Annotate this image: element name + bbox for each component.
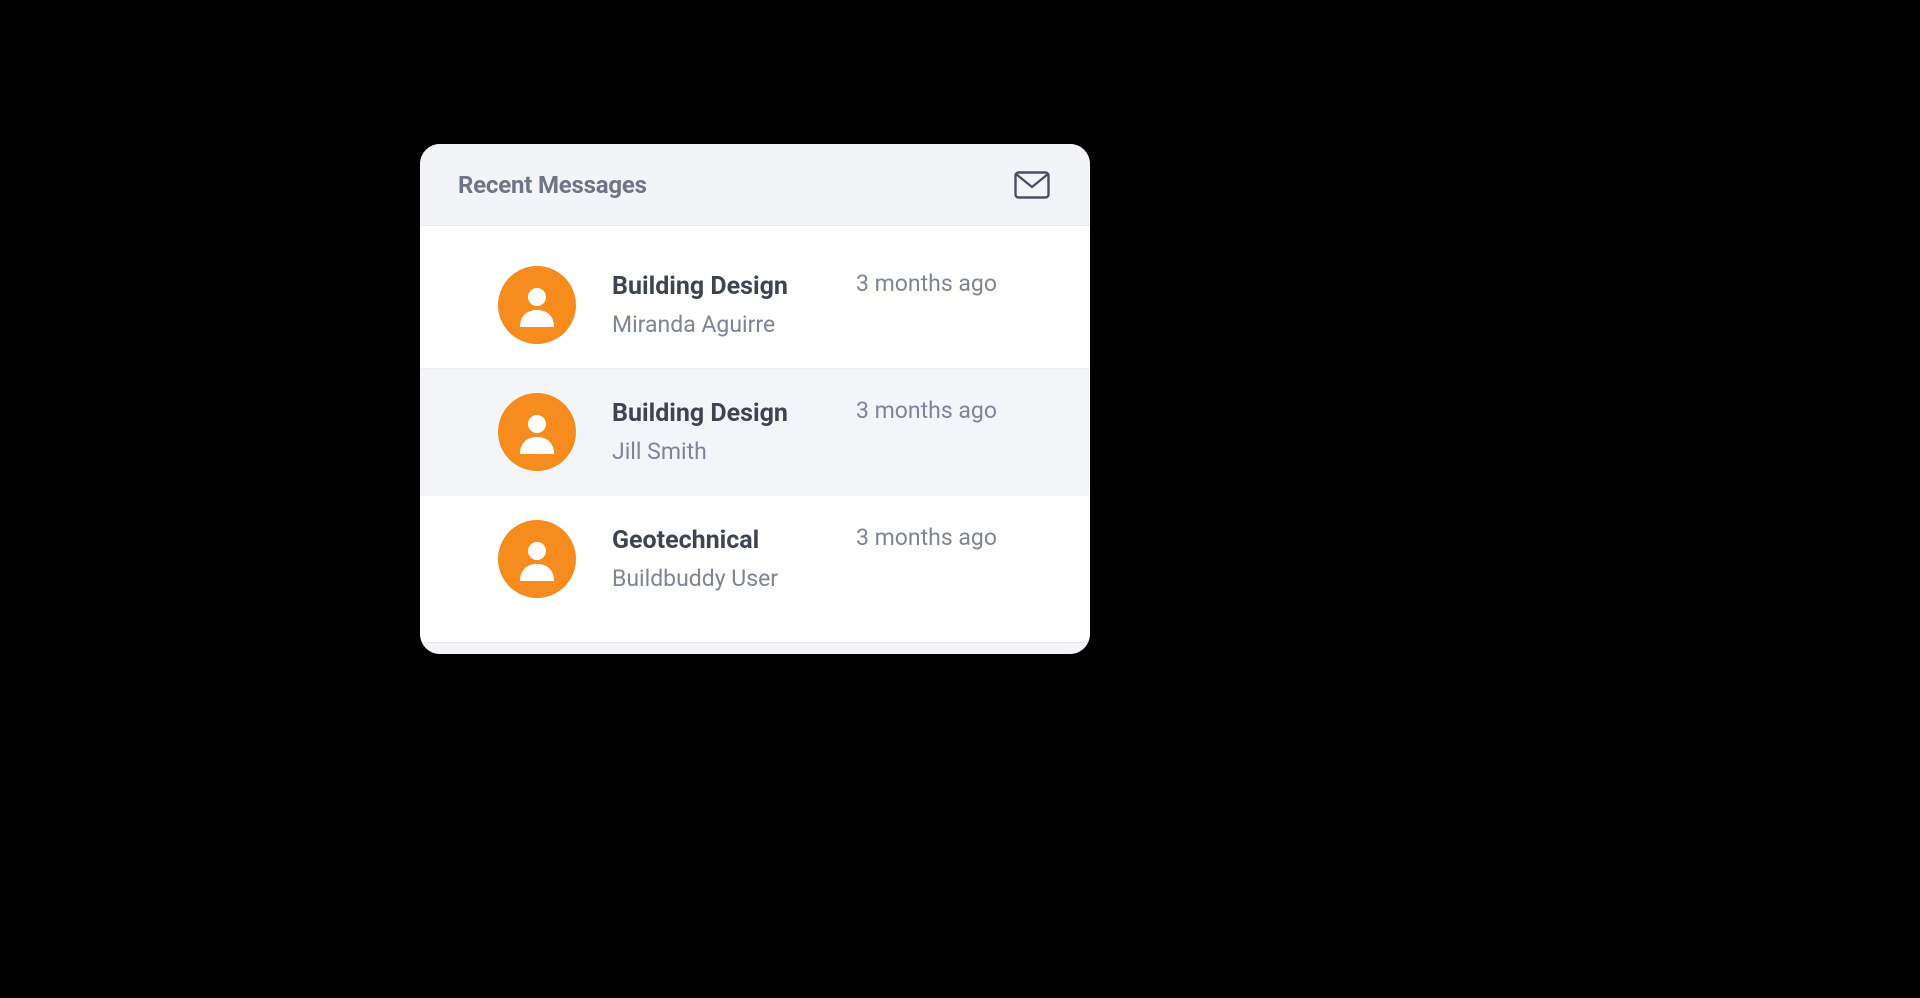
panel-header: Recent Messages	[420, 144, 1090, 226]
panel-title: Recent Messages	[458, 171, 647, 199]
avatar	[498, 266, 576, 344]
message-text: Building Design Jill Smith	[612, 399, 810, 465]
mail-icon[interactable]	[1012, 165, 1052, 205]
message-subject: Building Design	[612, 399, 810, 428]
message-time: 3 months ago	[846, 520, 1052, 551]
message-row[interactable]: Geotechnical Buildbuddy User 3 months ag…	[420, 495, 1090, 622]
panel-footer-strip	[420, 642, 1090, 654]
recent-messages-panel: Recent Messages Building Design Miranda …	[420, 144, 1090, 654]
message-subject: Geotechnical	[612, 526, 810, 555]
message-sender: Buildbuddy User	[612, 565, 810, 592]
message-text: Building Design Miranda Aguirre	[612, 272, 810, 338]
message-row[interactable]: Building Design Miranda Aguirre 3 months…	[420, 258, 1090, 368]
message-subject: Building Design	[612, 272, 810, 301]
avatar	[498, 393, 576, 471]
message-sender: Jill Smith	[612, 438, 810, 465]
message-text: Geotechnical Buildbuddy User	[612, 526, 810, 592]
message-list: Building Design Miranda Aguirre 3 months…	[420, 226, 1090, 642]
message-time: 3 months ago	[846, 266, 1052, 297]
message-row[interactable]: Building Design Jill Smith 3 months ago	[420, 368, 1090, 495]
avatar	[498, 520, 576, 598]
message-sender: Miranda Aguirre	[612, 311, 810, 338]
message-time: 3 months ago	[846, 393, 1052, 424]
